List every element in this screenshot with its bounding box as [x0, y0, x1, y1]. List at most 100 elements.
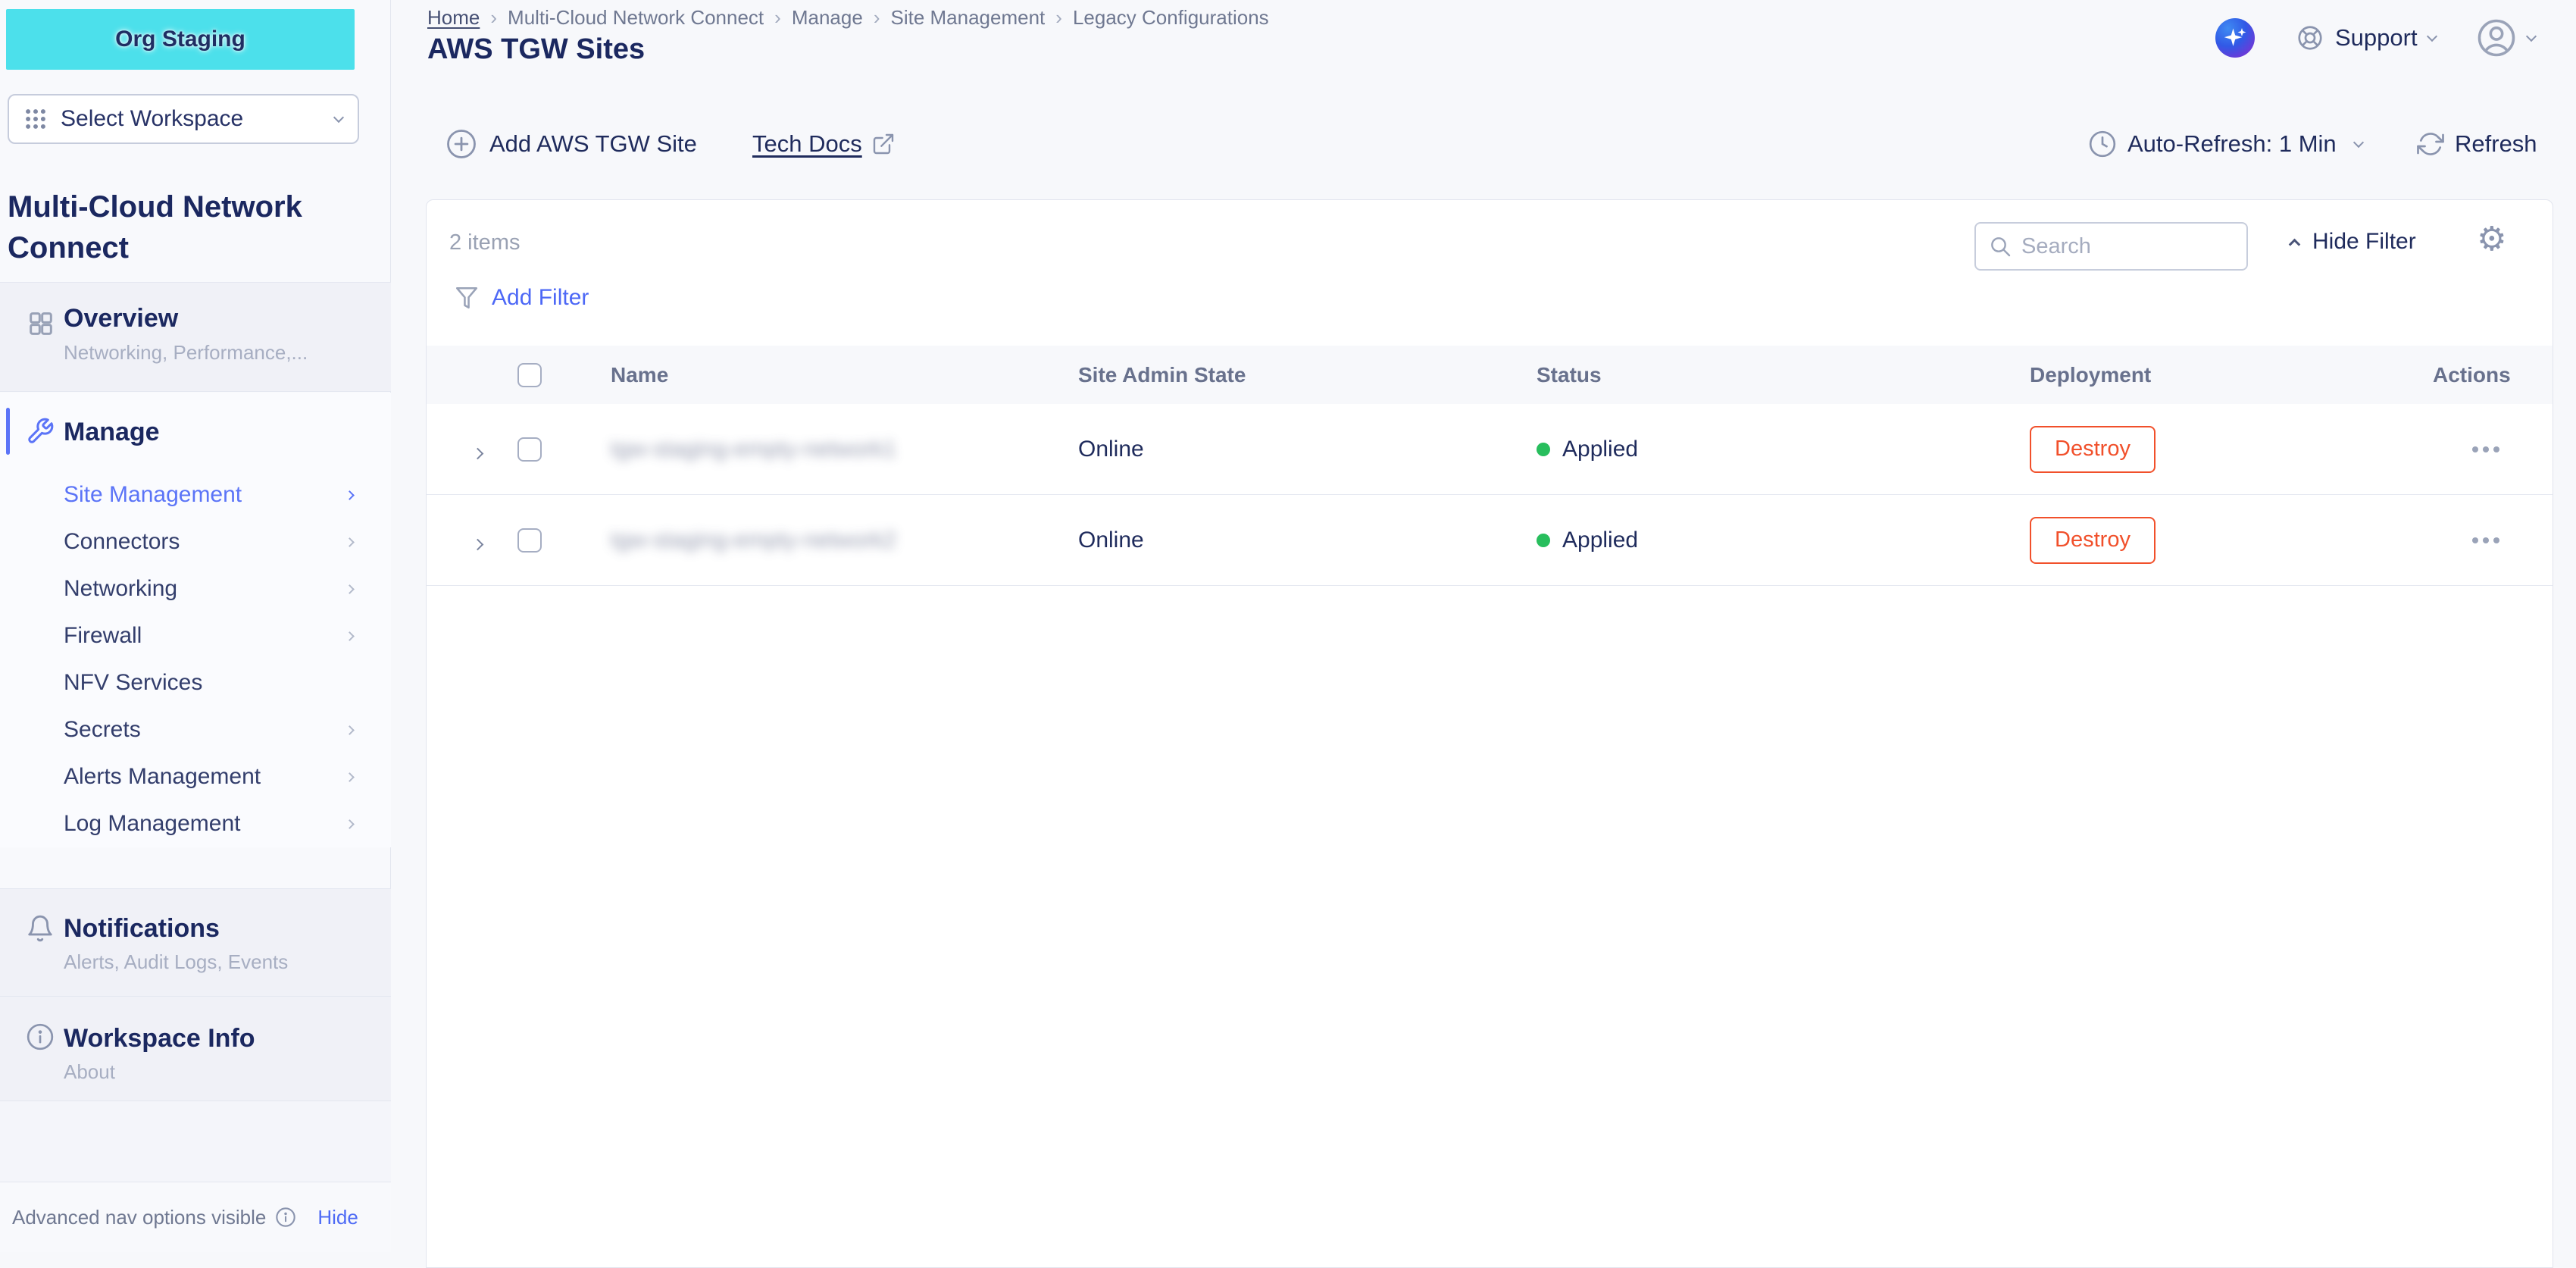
column-header-name[interactable]: Name: [611, 363, 668, 387]
site-name[interactable]: tgw-staging-empty-network1: [611, 437, 896, 462]
sidebar-item-networking[interactable]: Networking: [0, 565, 391, 612]
column-header-actions: Actions: [2433, 363, 2511, 387]
chevron-right-icon: [345, 537, 355, 547]
hide-advanced-nav-link[interactable]: Hide: [317, 1206, 358, 1229]
destroy-button[interactable]: Destroy: [2030, 426, 2156, 473]
select-all-checkbox[interactable]: [517, 363, 542, 387]
row-actions-menu[interactable]: [2472, 537, 2499, 543]
row-actions-menu[interactable]: [2472, 446, 2499, 452]
column-header-deployment[interactable]: Deployment: [2030, 363, 2151, 387]
chevron-down-icon: [333, 112, 344, 123]
search-icon: [1988, 234, 2012, 258]
workspace-selector[interactable]: Select Workspace: [8, 94, 359, 144]
destroy-button[interactable]: Destroy: [2030, 517, 2156, 564]
refresh-button[interactable]: Refresh: [2417, 126, 2537, 162]
expand-row-chevron[interactable]: [472, 538, 484, 550]
refresh-icon: [2417, 130, 2444, 158]
table-row: tgw-staging-empty-network2 Online Applie…: [427, 495, 2553, 586]
status-cell: Applied: [1537, 437, 1638, 462]
row-checkbox[interactable]: [517, 528, 542, 553]
status-dot: [1537, 443, 1550, 456]
sidebar-item-manage[interactable]: Manage: [0, 393, 391, 471]
breadcrumb-mcnc[interactable]: Multi-Cloud Network Connect: [508, 6, 764, 30]
column-header-status[interactable]: Status: [1537, 363, 1602, 387]
status-label: Applied: [1562, 437, 1638, 462]
sidebar-title: Multi-Cloud Network Connect: [8, 186, 341, 268]
search-placeholder: Search: [2021, 234, 2091, 259]
grid-dots-icon: [23, 106, 48, 132]
breadcrumb: Home › Multi-Cloud Network Connect › Man…: [427, 6, 1269, 29]
overview-label: Overview: [64, 304, 178, 333]
info-icon: [26, 1022, 55, 1051]
sidebar-item-site-management[interactable]: Site Management: [0, 471, 391, 518]
site-admin-state: Online: [1078, 528, 1144, 553]
breadcrumb-separator: ›: [874, 6, 880, 30]
expand-row-chevron[interactable]: [472, 447, 484, 459]
sidebar-item-nfv-services[interactable]: NFV Services: [0, 659, 391, 706]
breadcrumb-separator: ›: [490, 6, 497, 30]
gear-icon[interactable]: ⚙: [2477, 220, 2506, 258]
breadcrumb-home[interactable]: Home: [427, 6, 480, 30]
breadcrumb-legacy-configurations: Legacy Configurations: [1073, 6, 1269, 30]
ai-assistant-button[interactable]: [2215, 18, 2255, 58]
table-row: tgw-staging-empty-network1 Online Applie…: [427, 404, 2553, 495]
site-name[interactable]: tgw-staging-empty-network2: [611, 528, 896, 553]
sidebar-collapsed-section: [0, 1101, 391, 1182]
active-section-bar: [6, 408, 10, 455]
wrench-icon: [26, 417, 55, 446]
workspace-info-label: Workspace Info: [64, 1024, 255, 1054]
chevron-right-icon: [345, 772, 355, 782]
auto-refresh-label: Auto-Refresh: 1 Min: [2127, 130, 2337, 158]
bell-icon: [26, 914, 55, 943]
chevron-down-icon: [2353, 137, 2364, 148]
sidebar-item-log-management[interactable]: Log Management: [0, 800, 391, 847]
add-aws-tgw-site-button[interactable]: Add AWS TGW Site: [445, 126, 697, 162]
sparkle-icon: [2220, 23, 2250, 53]
column-header-site-admin-state[interactable]: Site Admin State: [1078, 363, 1246, 387]
org-banner-label: Org Staging: [115, 27, 245, 52]
funnel-icon: [454, 285, 480, 311]
org-banner[interactable]: Org Staging: [6, 9, 355, 70]
status-cell: Applied: [1537, 528, 1638, 553]
avatar-icon: [2476, 17, 2517, 58]
hide-filter-button[interactable]: Hide Filter: [2290, 229, 2416, 255]
sidebar-item-firewall[interactable]: Firewall: [0, 612, 391, 659]
tech-docs-link[interactable]: Tech Docs: [752, 126, 896, 162]
sidebar-item-connectors[interactable]: Connectors: [0, 518, 391, 565]
add-button-label: Add AWS TGW Site: [489, 130, 697, 158]
sidebar-item-notifications[interactable]: Notifications Alerts, Audit Logs, Events: [0, 888, 391, 997]
sidebar-item-overview[interactable]: Overview Networking, Performance,...: [0, 282, 391, 392]
user-menu[interactable]: [2476, 17, 2535, 59]
refresh-label: Refresh: [2455, 130, 2537, 158]
sidebar-item-alerts-management[interactable]: Alerts Management: [0, 753, 391, 800]
row-checkbox[interactable]: [517, 437, 542, 462]
overview-subtitle: Networking, Performance,...: [64, 341, 308, 365]
hide-filter-label: Hide Filter: [2312, 229, 2416, 255]
sidebar: Org Staging Select Workspace Multi-Cloud…: [0, 0, 391, 1252]
plus-circle-icon: [445, 128, 477, 160]
add-filter-label: Add Filter: [492, 285, 589, 311]
workspace-selector-label: Select Workspace: [61, 106, 243, 132]
breadcrumb-manage[interactable]: Manage: [792, 6, 863, 30]
advanced-nav-text: Advanced nav options visible: [12, 1206, 266, 1229]
chevron-right-icon: [345, 584, 355, 594]
add-filter-button[interactable]: Add Filter: [454, 285, 589, 311]
manage-submenu: Site Management Connectors Networking Fi…: [0, 471, 391, 847]
manage-label: Manage: [64, 418, 160, 447]
sidebar-item-secrets[interactable]: Secrets: [0, 706, 391, 753]
sidebar-footer: Advanced nav options visible Hide: [0, 1182, 391, 1252]
auto-refresh-dropdown[interactable]: Auto-Refresh: 1 Min: [2088, 126, 2362, 162]
breadcrumb-site-management[interactable]: Site Management: [890, 6, 1045, 30]
info-icon: [275, 1207, 296, 1228]
sidebar-item-workspace-info[interactable]: Workspace Info About: [0, 997, 391, 1101]
table-panel: 2 items Add Filter Search Hide Filter ⚙ …: [426, 199, 2553, 1268]
workspace-info-subtitle: About: [64, 1060, 115, 1084]
external-link-icon: [871, 132, 896, 156]
support-menu[interactable]: Support: [2296, 18, 2436, 58]
chevron-right-icon: [345, 819, 355, 829]
page-title: AWS TGW Sites: [427, 33, 645, 66]
notifications-label: Notifications: [64, 914, 220, 944]
search-input[interactable]: Search: [1974, 222, 2248, 271]
notifications-subtitle: Alerts, Audit Logs, Events: [64, 950, 288, 974]
breadcrumb-separator: ›: [774, 6, 781, 30]
